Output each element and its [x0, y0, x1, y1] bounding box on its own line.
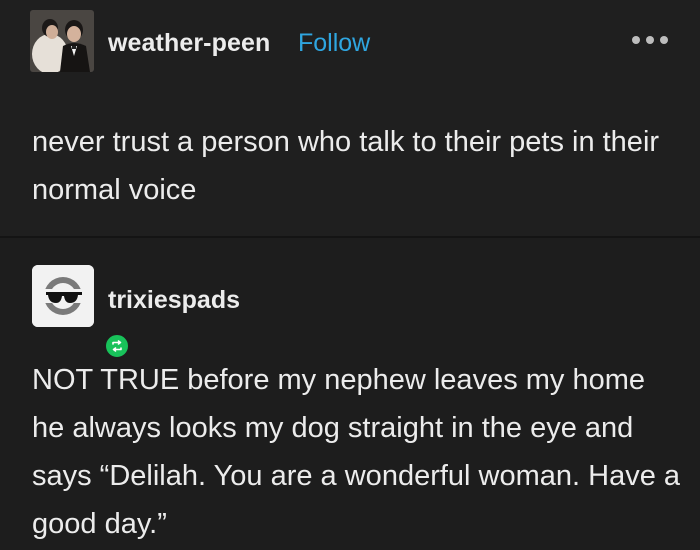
username[interactable]: trixiespads	[108, 286, 240, 315]
follow-button[interactable]: Follow	[298, 29, 370, 58]
dot	[632, 36, 640, 44]
post-text: never trust a person who talk to their p…	[32, 126, 660, 206]
dot	[646, 36, 654, 44]
avatar[interactable]	[30, 10, 94, 72]
original-post: weather-peen Follow never trust a person…	[0, 0, 700, 236]
username[interactable]: weather-peen	[108, 29, 270, 58]
post-text: NOT TRUE before my nephew leaves my home…	[32, 364, 681, 540]
dot	[660, 36, 668, 44]
avatar-photo-icon	[30, 10, 94, 72]
reblog-post: trixiespads NOT TRUE before my nephew le…	[0, 238, 700, 550]
avatar[interactable]	[32, 265, 130, 359]
more-options-icon[interactable]	[632, 34, 668, 46]
sunglasses-avatar-icon	[32, 265, 94, 327]
